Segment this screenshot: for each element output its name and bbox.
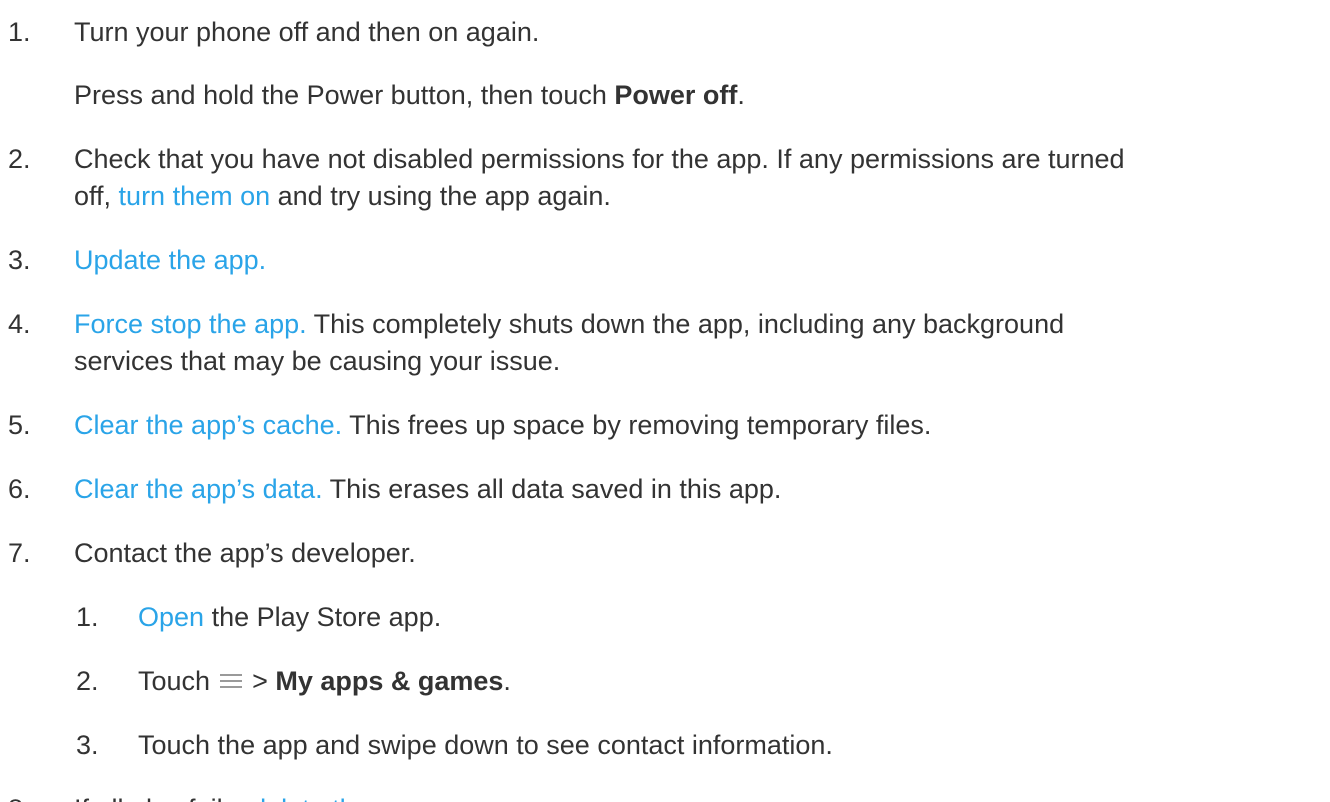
turn-them-on-link[interactable]: turn them on bbox=[119, 181, 271, 211]
step-text: Force stop the app. This completely shut… bbox=[74, 309, 1065, 376]
substep-number: 1. bbox=[76, 602, 99, 632]
step-text: If all else fails, delete the app. bbox=[74, 791, 1304, 802]
clear-data-link[interactable]: Clear the app’s data. bbox=[74, 474, 323, 504]
step-number: 1. bbox=[8, 17, 31, 47]
force-stop-link[interactable]: Force stop the app. bbox=[74, 309, 307, 339]
step-number: 2. bbox=[8, 144, 31, 174]
step-text: Check that you have not disabled permiss… bbox=[74, 144, 1125, 211]
power-off-label: Power off bbox=[614, 80, 738, 110]
update-app-link[interactable]: Update the app. bbox=[74, 245, 266, 275]
step-text: Clear the app’s data. This erases all da… bbox=[74, 474, 782, 504]
substep-number: 2. bbox=[76, 666, 99, 696]
substep-text: Touch > My apps & games. bbox=[138, 666, 511, 696]
step-text: Turn your phone off and then on again. bbox=[74, 17, 540, 47]
open-play-store-link[interactable]: Open bbox=[138, 602, 204, 632]
step-text: Update the app. bbox=[74, 242, 1304, 279]
step-number: 7. bbox=[8, 538, 31, 568]
step-text: Contact the app’s developer. bbox=[74, 538, 416, 568]
step-detail-text: Press and hold the Power button, then to… bbox=[74, 80, 745, 110]
instructions-document: 1. Turn your phone off and then on again… bbox=[0, 0, 1330, 802]
substep-text: Touch the app and swipe down to see cont… bbox=[138, 730, 833, 760]
step-number: 6. bbox=[8, 474, 31, 504]
substep-text: Open the Play Store app. bbox=[138, 602, 442, 632]
step-number: 8. bbox=[8, 791, 31, 802]
delete-app-link[interactable]: delete the app bbox=[251, 794, 422, 802]
step-text: Clear the app’s cache. This frees up spa… bbox=[74, 410, 932, 440]
substep-number: 3. bbox=[76, 730, 99, 760]
step-number: 5. bbox=[8, 410, 31, 440]
clear-cache-link[interactable]: Clear the app’s cache. bbox=[74, 410, 342, 440]
step-number: 3. bbox=[8, 245, 31, 275]
my-apps-games-label: My apps & games bbox=[275, 666, 504, 696]
menu-icon bbox=[220, 673, 243, 688]
step-number: 4. bbox=[8, 309, 31, 339]
